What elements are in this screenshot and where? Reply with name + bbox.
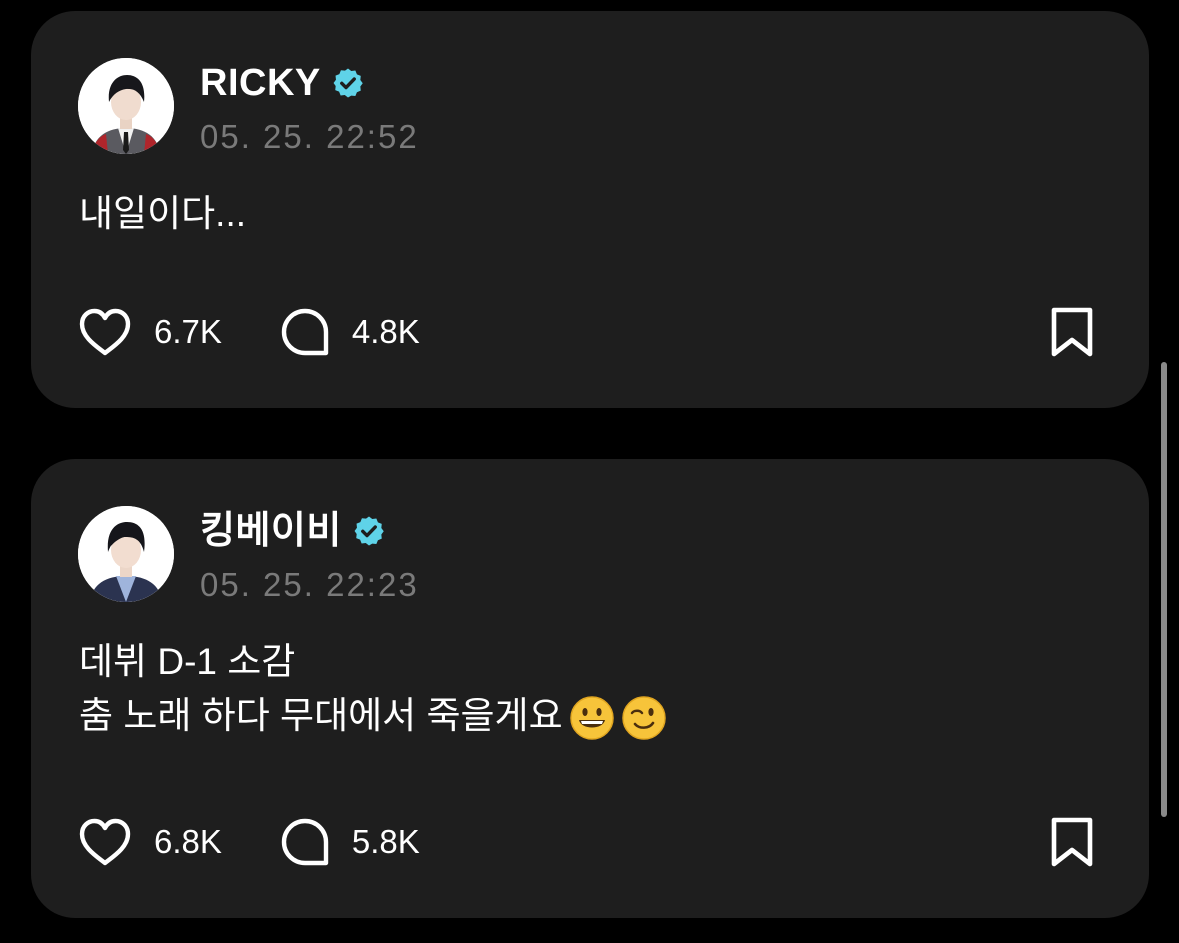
post-timestamp: 05. 25. 22:52 [200, 118, 419, 155]
verified-badge-icon [354, 516, 384, 546]
like-count: 6.8K [154, 823, 222, 860]
verified-badge-icon [333, 68, 363, 98]
post-timestamp: 05. 25. 22:23 [200, 566, 419, 603]
comment-button[interactable]: 5.8K [280, 817, 420, 867]
feed-page: RICKY 05. 25. 22:52 내일이다... 6.7K 4.8K 킹베… [0, 0, 1179, 943]
post-text-line: 내일이다... [79, 193, 246, 234]
scrollbar[interactable] [1161, 362, 1167, 817]
post-card[interactable]: 킹베이비 05. 25. 22:23 데뷔 D-1 소감 춤 노래 하다 무대에… [31, 459, 1149, 918]
bookmark-button[interactable] [1048, 306, 1096, 358]
post-text: 내일이다... [79, 187, 246, 241]
comment-bubble-icon [281, 308, 329, 356]
post-text-line: 데뷔 D-1 소감 [79, 641, 296, 682]
bookmark-button[interactable] [1048, 816, 1096, 868]
like-count: 6.7K [154, 313, 222, 350]
grinning-face-emoji-icon [569, 696, 614, 740]
post-actions: 6.7K 4.8K [78, 306, 420, 358]
comment-count: 4.8K [351, 313, 420, 350]
post-card[interactable]: RICKY 05. 25. 22:52 내일이다... 6.7K 4.8K [31, 11, 1149, 408]
post-actions: 6.8K 5.8K [78, 816, 420, 868]
author-name[interactable]: 킹베이비 [200, 509, 342, 553]
winking-face-emoji-icon [621, 696, 666, 740]
avatar[interactable] [78, 58, 174, 154]
post-text: 데뷔 D-1 소감 춤 노래 하다 무대에서 죽을게요 [79, 635, 667, 743]
bookmark-icon [1051, 817, 1093, 867]
like-button[interactable]: 6.7K [78, 307, 222, 357]
post-text-line-content: 춤 노래 하다 무대에서 죽을게요 [79, 695, 563, 736]
comment-button[interactable]: 4.8K [280, 307, 420, 357]
post-text-line: 춤 노래 하다 무대에서 죽을게요 [79, 689, 667, 743]
author-name[interactable]: RICKY [200, 61, 321, 105]
heart-icon [79, 308, 131, 356]
like-button[interactable]: 6.8K [78, 817, 222, 867]
avatar[interactable] [78, 506, 174, 602]
comment-bubble-icon [281, 818, 329, 866]
heart-icon [79, 818, 131, 866]
comment-count: 5.8K [351, 823, 420, 860]
bookmark-icon [1051, 307, 1093, 357]
